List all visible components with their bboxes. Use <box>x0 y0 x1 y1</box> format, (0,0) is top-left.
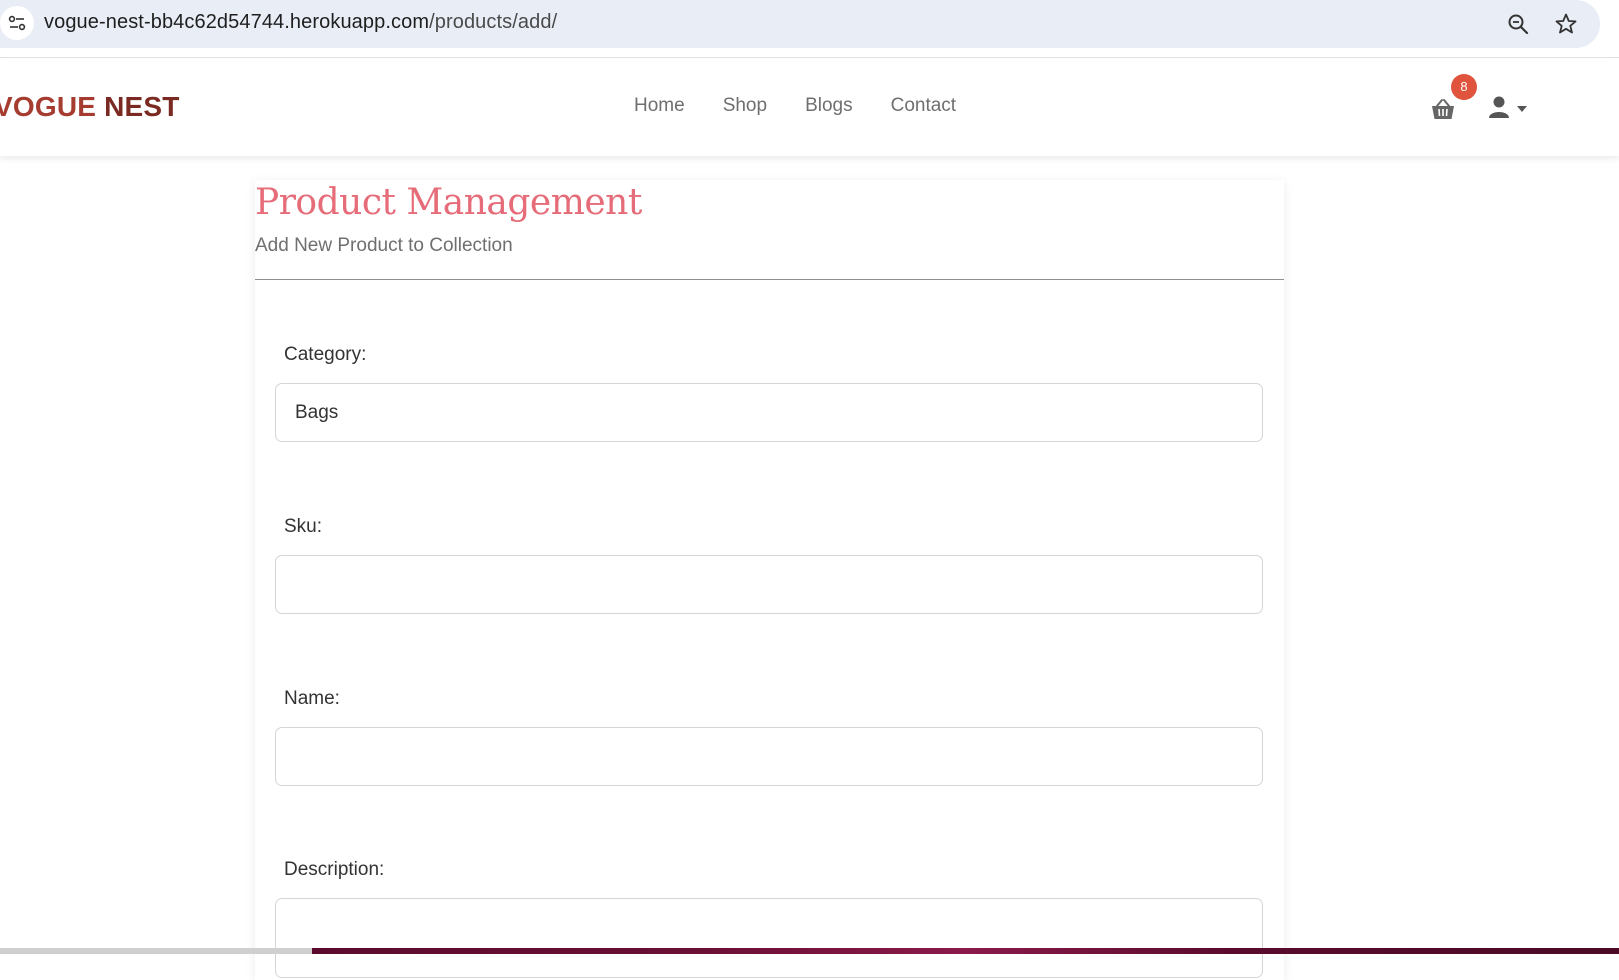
sku-label: Sku: <box>284 516 323 537</box>
category-label: Category: <box>284 344 367 365</box>
product-form-card: Product Management Add New Product to Co… <box>255 180 1284 980</box>
basket-icon[interactable] <box>1430 97 1456 123</box>
zoom-icon[interactable] <box>1502 8 1534 40</box>
user-icon <box>1488 95 1510 124</box>
sku-input[interactable] <box>275 555 1263 614</box>
site-info-icon[interactable] <box>0 6 34 40</box>
nav-link-shop[interactable]: Shop <box>723 95 767 117</box>
name-label: Name: <box>284 688 340 709</box>
caret-down-icon <box>1516 100 1528 118</box>
user-menu-toggle[interactable] <box>1488 95 1532 123</box>
description-label: Description: <box>284 859 385 880</box>
nav-link-contact[interactable]: Contact <box>891 95 956 117</box>
bottom-divider <box>0 948 312 954</box>
brand-part1: VOGUE <box>0 91 97 122</box>
page-subtitle: Add New Product to Collection <box>255 235 513 256</box>
brand-logo[interactable]: VOGUE NEST <box>0 91 180 123</box>
page-title: Product Management <box>255 182 642 223</box>
brand-part2: NEST <box>104 91 180 122</box>
browser-toolbar: vogue-nest-bb4c62d54744.herokuapp.com/pr… <box>0 0 1619 58</box>
url-text[interactable]: vogue-nest-bb4c62d54744.herokuapp.com/pr… <box>44 11 557 34</box>
description-textarea[interactable] <box>275 898 1263 978</box>
nav-link-home[interactable]: Home <box>634 95 685 117</box>
star-icon[interactable] <box>1550 8 1582 40</box>
site-navbar: VOGUE NEST Home Shop Blogs Contact 8 <box>0 59 1619 156</box>
name-input[interactable] <box>275 727 1263 786</box>
cart-count-badge: 8 <box>1451 74 1477 100</box>
card-header: Product Management Add New Product to Co… <box>255 180 1284 280</box>
footer-edge <box>312 948 1619 954</box>
nav-links: Home Shop Blogs Contact <box>634 95 994 117</box>
nav-link-blogs[interactable]: Blogs <box>805 95 853 117</box>
category-select[interactable]: Bags <box>275 383 1263 442</box>
url-host: vogue-nest-bb4c62d54744.herokuapp.com <box>44 11 430 33</box>
url-path: /products/add/ <box>429 11 558 33</box>
